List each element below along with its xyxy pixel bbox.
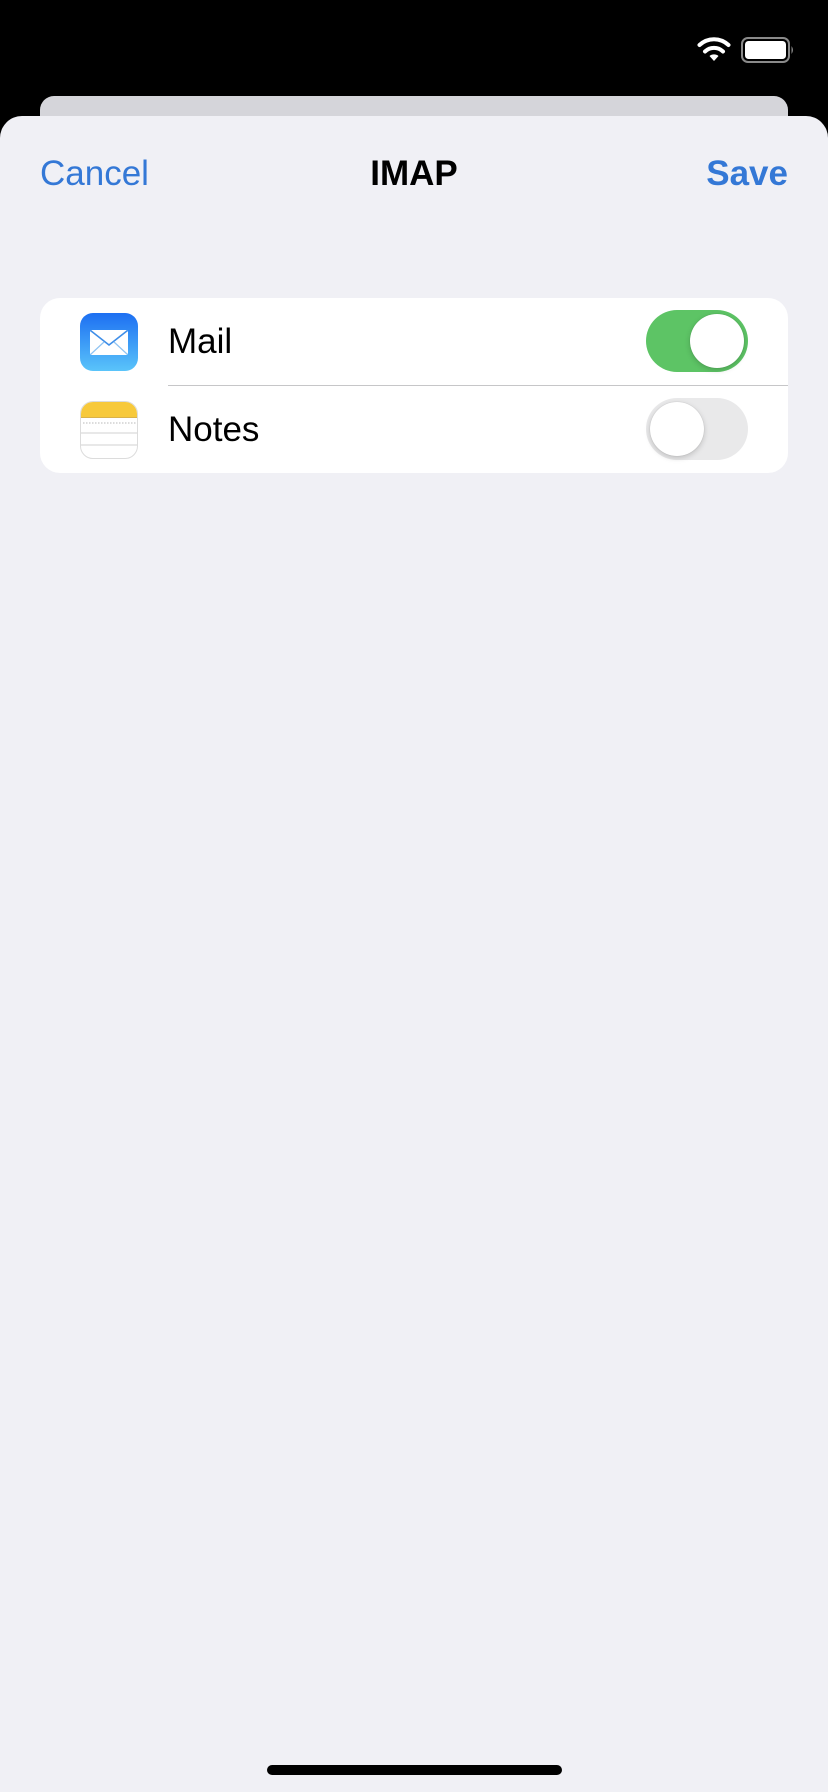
services-list: Mail Notes [40,298,788,473]
toggle-knob [690,314,744,368]
list-item-mail: Mail [40,298,788,385]
mail-label: Mail [168,322,233,361]
imap-settings-sheet: Cancel IMAP Save Mail Notes [0,116,828,1792]
toggle-knob [650,402,704,456]
notes-toggle[interactable] [646,398,748,460]
notes-app-icon [80,401,138,459]
battery-icon [741,37,793,63]
notes-label: Notes [168,410,260,449]
list-item-notes: Notes [40,386,788,473]
home-indicator[interactable] [267,1765,562,1775]
page-title: IMAP [370,154,458,193]
navigation-bar: Cancel IMAP Save [0,116,828,228]
save-button[interactable]: Save [706,152,788,196]
mail-toggle[interactable] [646,310,748,372]
wifi-icon [697,37,731,61]
mail-app-icon [80,313,138,371]
status-bar [0,0,828,96]
